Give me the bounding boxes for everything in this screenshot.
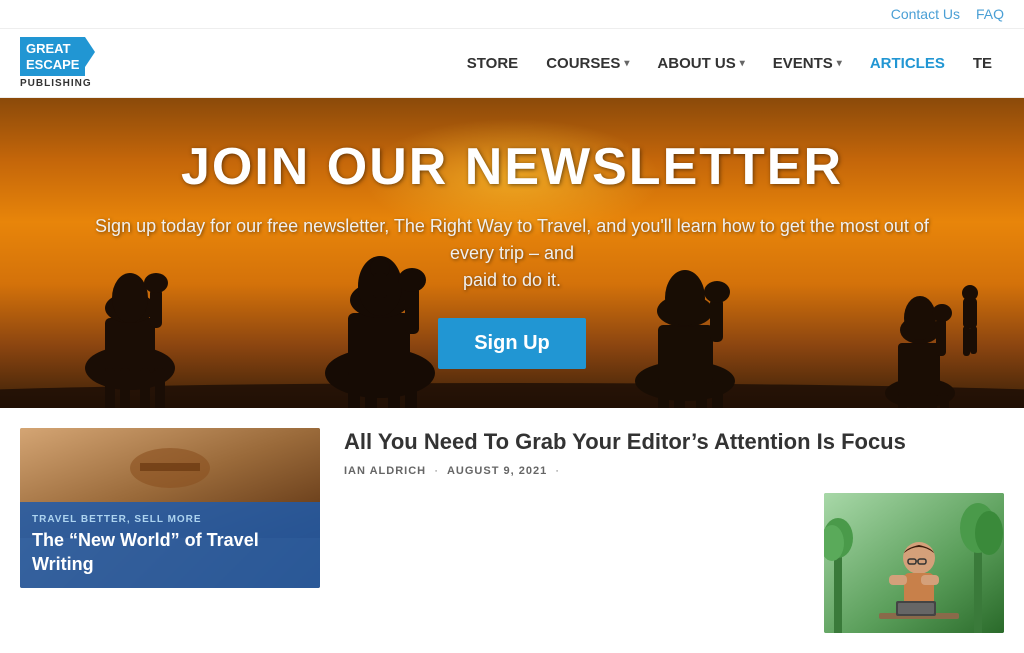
main-article-title[interactable]: All You Need To Grab Your Editor’s Atten…	[344, 428, 1004, 457]
article-thumbnail	[824, 493, 1004, 633]
signup-button[interactable]: Sign Up	[438, 318, 586, 369]
hero-title: JOIN OUR NEWSLETTER	[82, 137, 942, 197]
thumbnail-image	[824, 493, 1004, 633]
nav-store[interactable]: STORE	[455, 47, 530, 80]
featured-article-title: The “New World” of Travel Writing	[32, 529, 308, 576]
article-image: TRAVEL BETTER, SELL MORE The “New World”…	[20, 428, 320, 588]
logo-publishing: PUBLISHING	[20, 78, 92, 89]
article-meta: IAN ALDRICH · AUGUST 9, 2021 ·	[344, 465, 1004, 477]
featured-article-card[interactable]: TRAVEL BETTER, SELL MORE The “New World”…	[20, 428, 320, 633]
nav-te[interactable]: TE	[961, 47, 1004, 80]
nav-events[interactable]: EVENTS ▾	[761, 47, 854, 80]
nav-articles[interactable]: ARTICLES	[858, 47, 957, 80]
logo-line1: GREAT	[26, 41, 71, 56]
logo-box: GREAT ESCAPE	[20, 37, 85, 76]
main-article: All You Need To Grab Your Editor’s Atten…	[344, 428, 1004, 633]
nav-about[interactable]: ABOUT US ▾	[645, 47, 756, 80]
article-tag: TRAVEL BETTER, SELL MORE	[32, 514, 308, 525]
header: GREAT ESCAPE PUBLISHING STORE COURSES ▾ …	[0, 29, 1024, 98]
about-chevron-icon: ▾	[740, 58, 745, 69]
article-author: IAN ALDRICH	[344, 465, 426, 477]
utility-bar: Contact Us FAQ	[0, 0, 1024, 29]
articles-section: TRAVEL BETTER, SELL MORE The “New World”…	[0, 408, 1024, 653]
article-overlay: TRAVEL BETTER, SELL MORE The “New World”…	[20, 502, 320, 588]
contact-link[interactable]: Contact Us	[891, 6, 960, 22]
logo-line2: ESCAPE	[26, 57, 79, 72]
hero-content: JOIN OUR NEWSLETTER Sign up today for ou…	[62, 137, 962, 369]
events-chevron-icon: ▾	[837, 58, 842, 69]
hero-subtitle: Sign up today for our free newsletter, T…	[82, 213, 942, 294]
faq-link[interactable]: FAQ	[976, 6, 1004, 22]
nav-courses[interactable]: COURSES ▾	[534, 47, 641, 80]
logo-flag: GREAT ESCAPE	[20, 37, 92, 76]
hero-banner: JOIN OUR NEWSLETTER Sign up today for ou…	[0, 98, 1024, 408]
logo-area[interactable]: GREAT ESCAPE PUBLISHING	[20, 37, 92, 89]
courses-chevron-icon: ▾	[624, 58, 629, 69]
article-date: AUGUST 9, 2021	[447, 465, 547, 477]
main-nav: STORE COURSES ▾ ABOUT US ▾ EVENTS ▾ ARTI…	[455, 47, 1004, 80]
